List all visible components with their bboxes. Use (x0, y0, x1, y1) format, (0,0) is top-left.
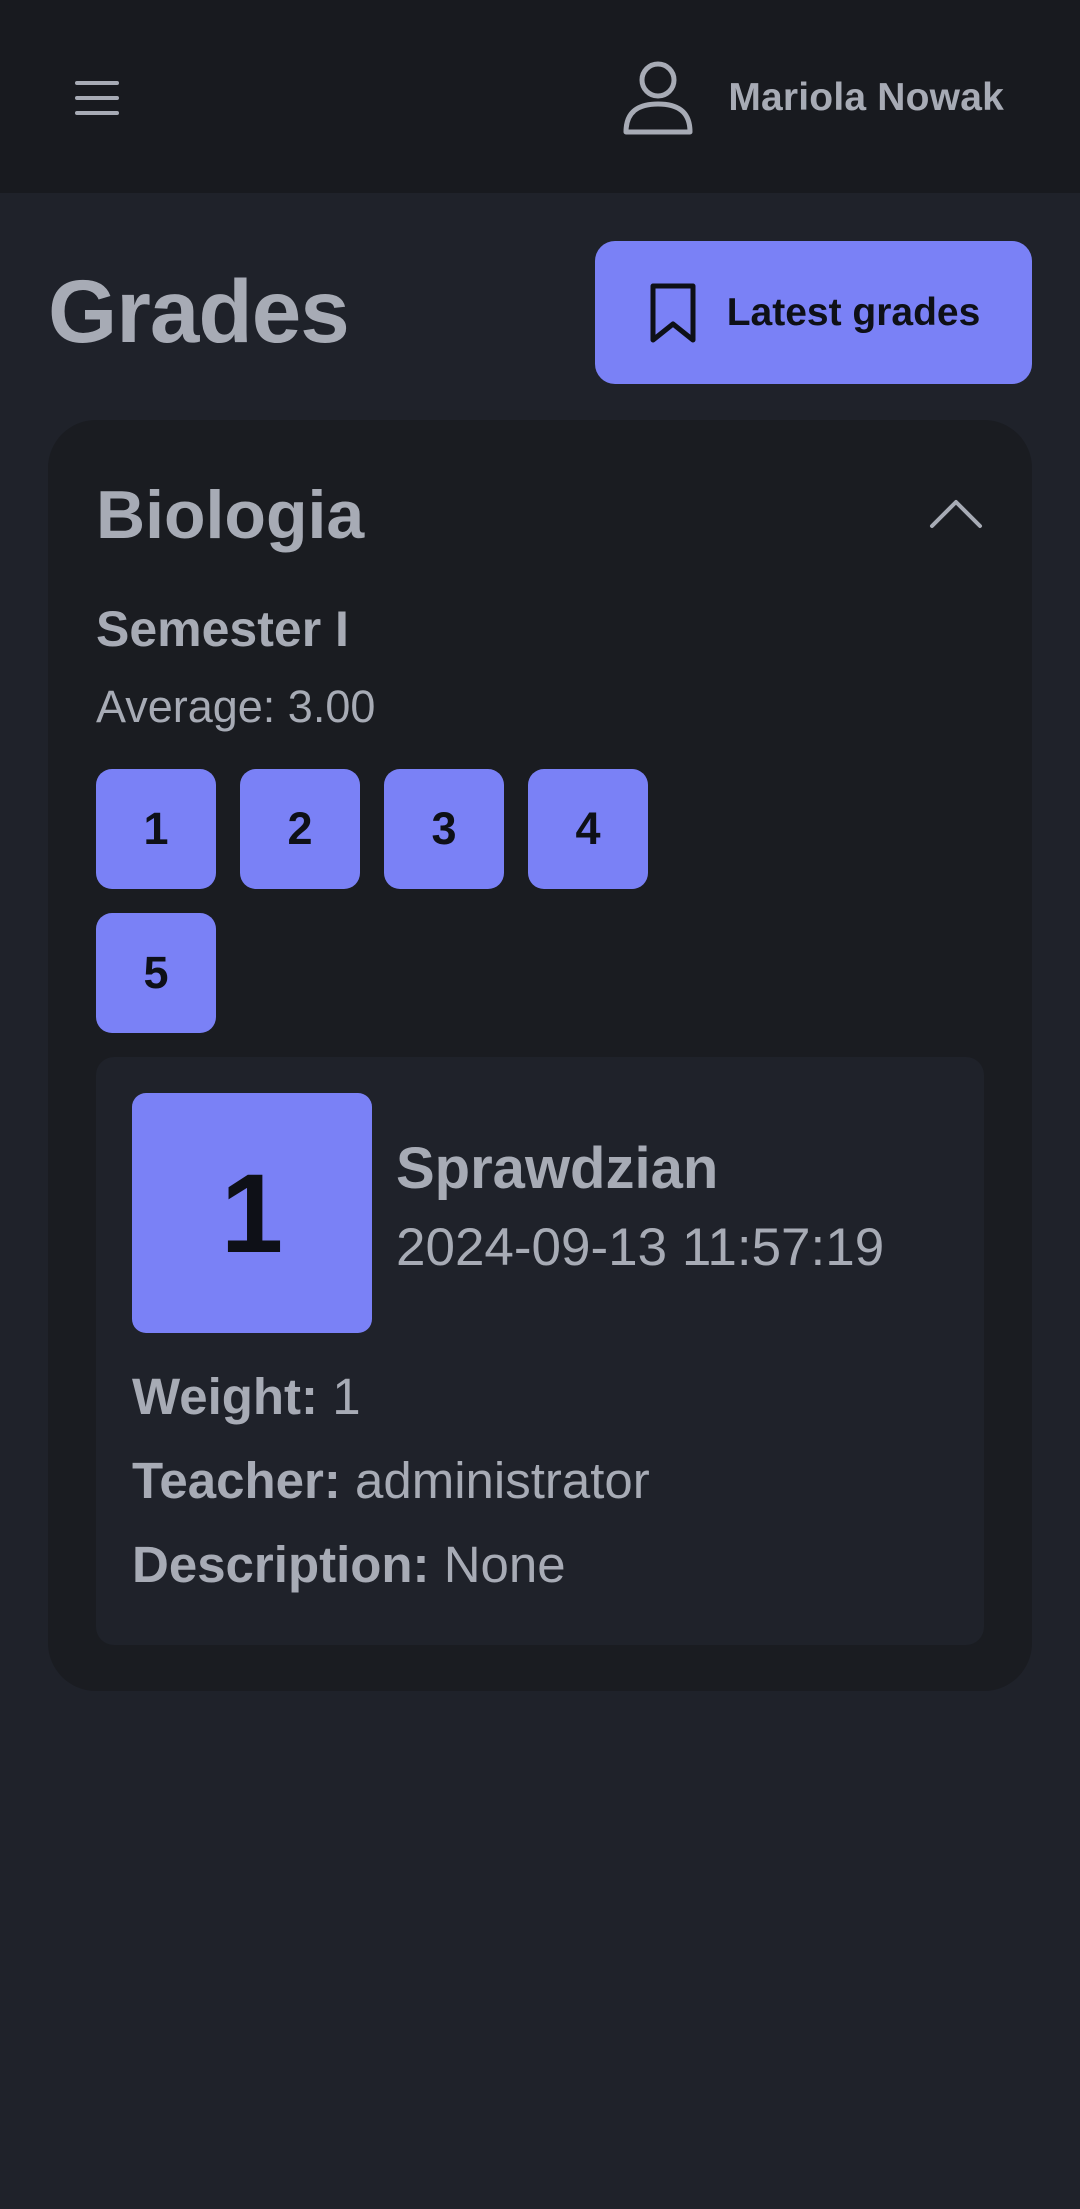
latest-grades-button[interactable]: Latest grades (595, 241, 1032, 384)
page-title: Grades (48, 261, 350, 361)
chevron-up-icon[interactable] (928, 492, 984, 532)
grade-weight-row: Weight: 1 (132, 1363, 361, 1431)
weight-label: Weight: (132, 1368, 319, 1425)
grade-chip[interactable]: 5 (96, 913, 216, 1033)
teacher-label: Teacher: (132, 1452, 341, 1509)
user-icon (623, 61, 693, 135)
user-menu[interactable]: Mariola Nowak (618, 58, 1004, 138)
grade-datetime: 2024-09-13 11:57:19 (396, 1218, 885, 1277)
grade-type: Sprawdzian (396, 1136, 719, 1201)
menu-button[interactable] (62, 64, 132, 132)
user-name: Mariola Nowak (728, 76, 1004, 119)
semester-title: Semester I (96, 601, 349, 657)
grade-chip[interactable]: 1 (96, 769, 216, 889)
grade-teacher-row: Teacher: administrator (132, 1447, 650, 1515)
hamburger-menu-icon (75, 81, 119, 115)
weight-value: 1 (332, 1368, 361, 1425)
grade-chip[interactable]: 2 (240, 769, 360, 889)
grade-detail-panel: 1 Sprawdzian 2024-09-13 11:57:19 Weight:… (96, 1057, 984, 1645)
grade-chip[interactable]: 3 (384, 769, 504, 889)
subject-title: Biologia (96, 477, 365, 553)
grade-description-row: Description: None (132, 1531, 566, 1599)
description-label: Description: (132, 1536, 430, 1593)
semester-average: Average: 3.00 (96, 681, 376, 732)
top-bar: Mariola Nowak (0, 0, 1080, 193)
teacher-value: administrator (354, 1452, 650, 1509)
latest-grades-label: Latest grades (726, 290, 981, 334)
selected-grade-value: 1 (132, 1093, 372, 1333)
grade-chip[interactable]: 4 (528, 769, 648, 889)
subject-card: Biologia Semester I Average: 3.00 1 2 3 … (48, 420, 1032, 1691)
bookmark-icon (650, 283, 696, 342)
description-value: None (443, 1536, 566, 1593)
